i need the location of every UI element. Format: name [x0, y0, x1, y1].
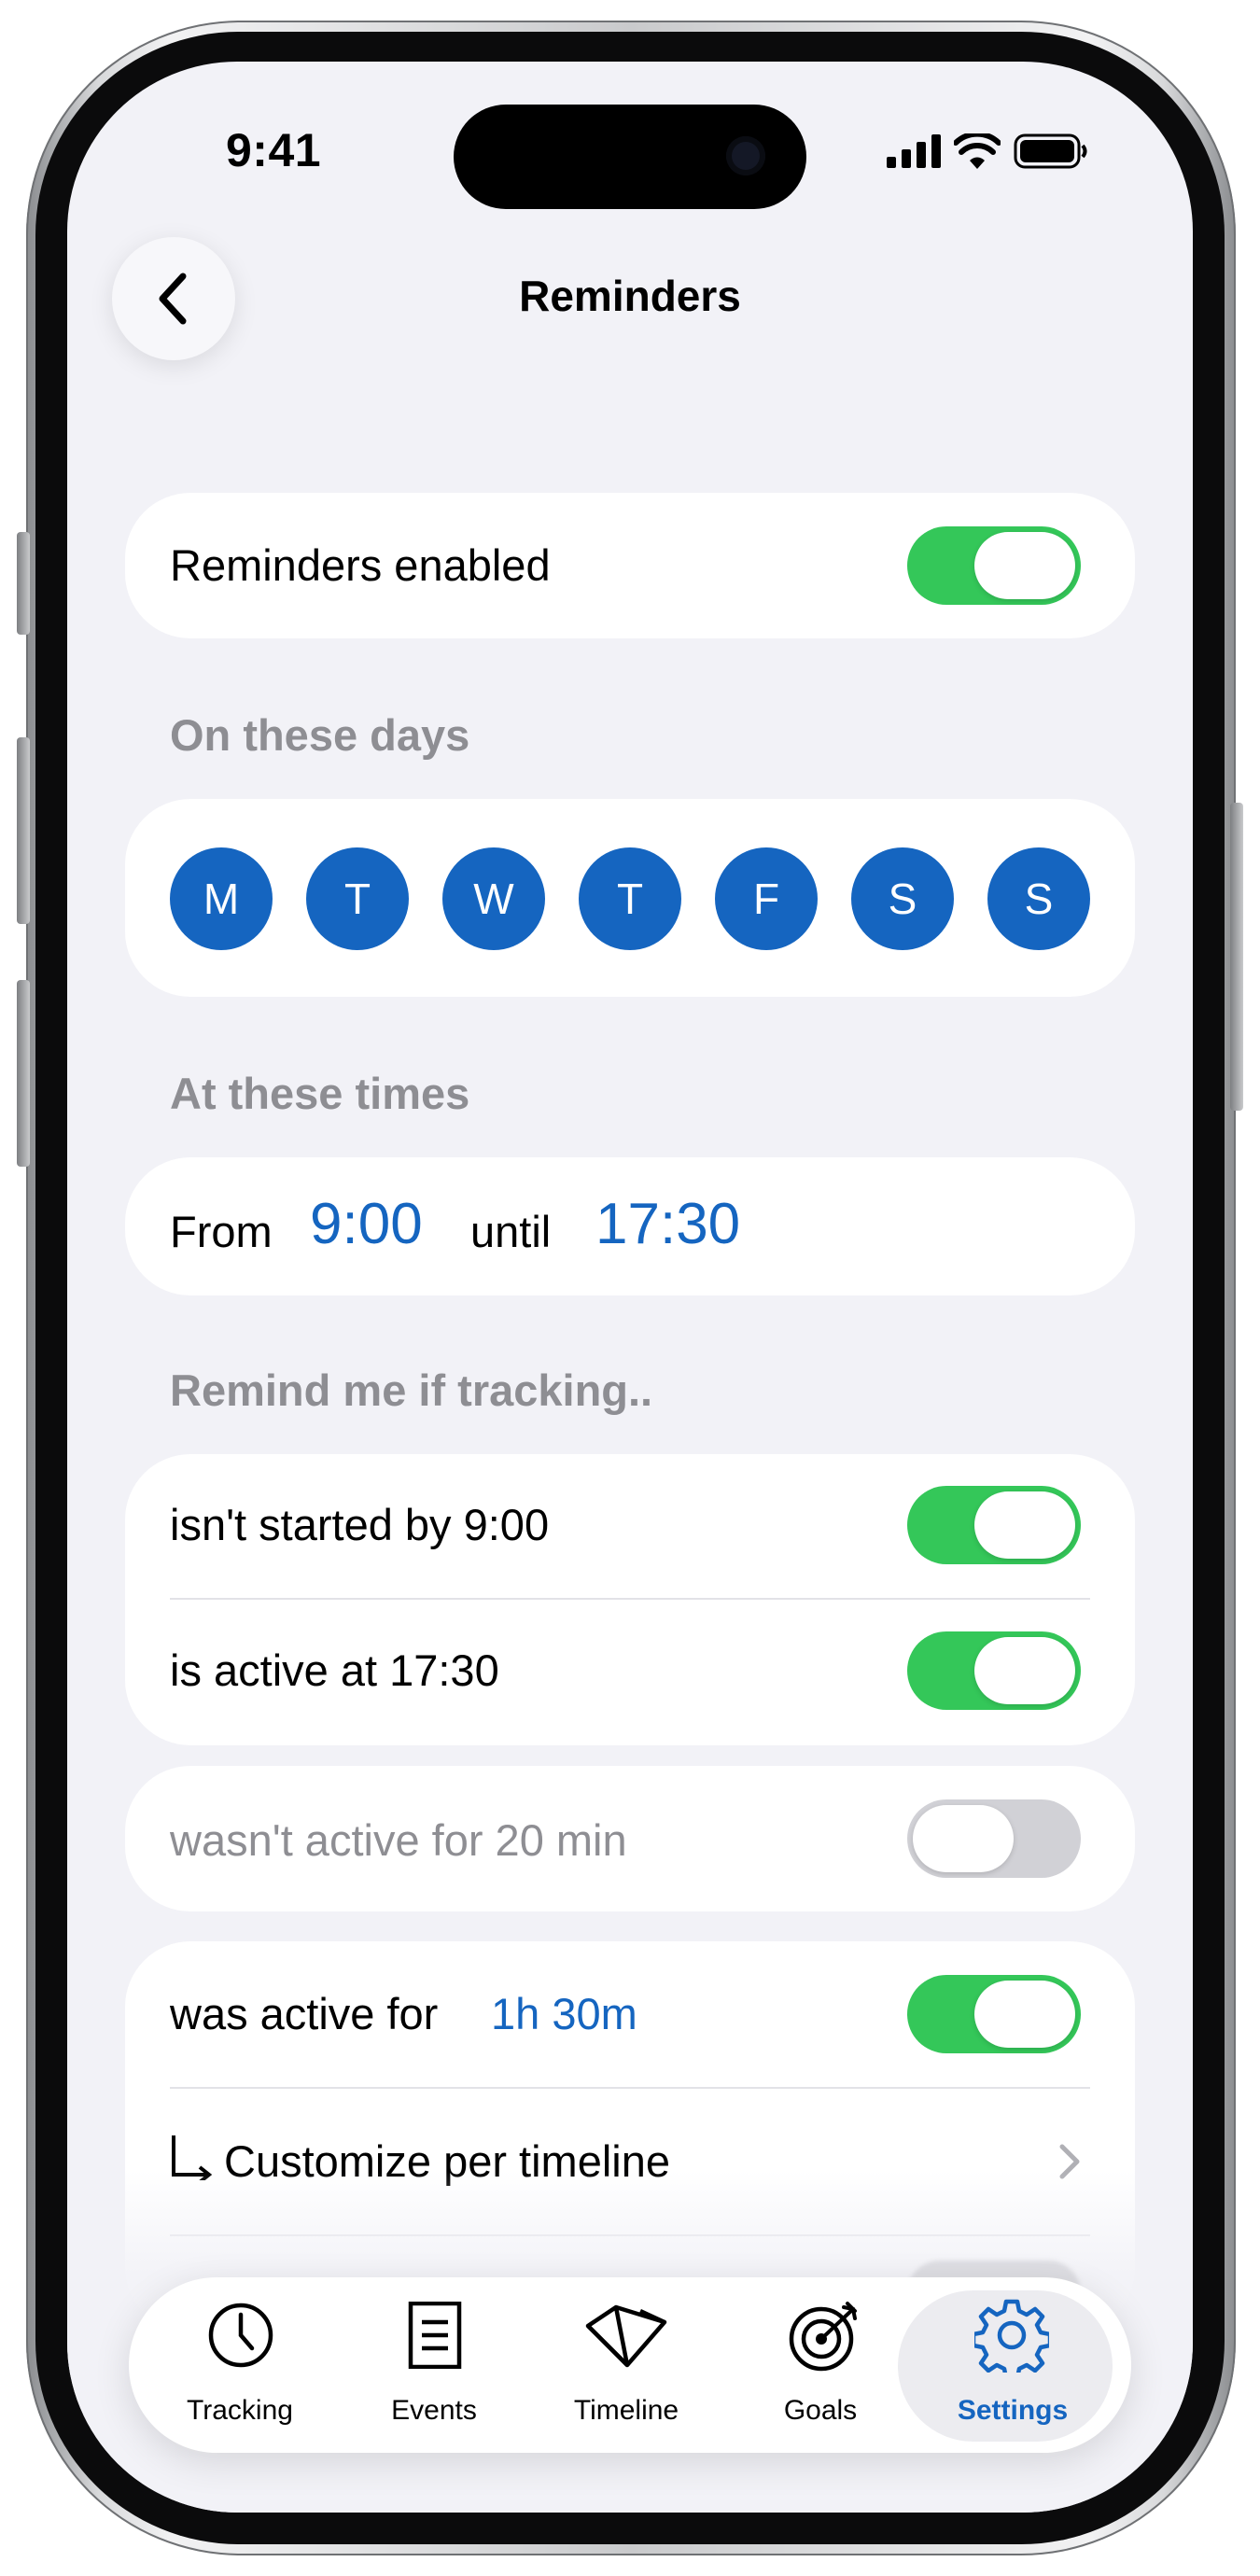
target-icon [789, 2302, 857, 2372]
status-time: 9:41 [226, 124, 322, 176]
times-card: From 9:00 until 17:30 [125, 1157, 1135, 1295]
tab-goals[interactable]: Goals [722, 2277, 918, 2453]
not-started-label: isn't started by 9:00 [170, 1500, 550, 1549]
tab-settings[interactable]: Settings [915, 2277, 1111, 2453]
volume-down-button [17, 980, 30, 1167]
remind-card: isn't started by 9:00 is active at 17:30 [125, 1454, 1135, 1745]
tab-events[interactable]: Events [336, 2277, 532, 2453]
day-thursday[interactable]: T [579, 847, 681, 950]
inactive-card: wasn't active for 20 min [125, 1766, 1135, 1911]
day-sunday[interactable]: S [987, 847, 1090, 950]
reminders-enabled-toggle[interactable] [907, 526, 1081, 605]
volume-up-button [17, 737, 30, 924]
page-title: Reminders [519, 272, 741, 320]
reminders-enabled-label: Reminders enabled [170, 540, 551, 590]
active-at-label: is active at 17:30 [170, 1645, 499, 1695]
active-for-value[interactable]: 1h 30m [491, 1988, 637, 2039]
until-time-value[interactable]: 17:30 [595, 1191, 740, 1257]
gear-icon [974, 2299, 1049, 2373]
tab-goals-label: Goals [783, 2395, 858, 2426]
until-label: until [470, 1207, 552, 1256]
action-button [17, 532, 30, 635]
tab-timeline[interactable]: Timeline [528, 2277, 724, 2453]
cellular-signal-icon [887, 134, 941, 168]
inactive-for-label: wasn't active for 20 min [170, 1815, 627, 1865]
tab-settings-label: Settings [957, 2395, 1069, 2426]
tab-bar: Tracking Events Timeline Goals Settings [129, 2277, 1131, 2453]
tab-tracking-label: Tracking [187, 2395, 293, 2426]
list-icon [408, 2302, 462, 2369]
front-camera [726, 136, 765, 175]
active-at-toggle[interactable] [907, 1631, 1081, 1710]
row-divider [170, 1598, 1090, 1600]
day-monday[interactable]: M [170, 847, 273, 950]
wifi-icon [954, 133, 1001, 169]
day-saturday[interactable]: S [851, 847, 954, 950]
day-tuesday[interactable]: T [306, 847, 409, 950]
dynamic-island [454, 105, 806, 209]
from-label: From [170, 1207, 273, 1256]
inactive-for-toggle[interactable] [907, 1799, 1081, 1878]
days-card: M T W T F S S [125, 799, 1135, 997]
power-button [1230, 803, 1243, 1111]
screen: 9:41 Reminders Reminders enabled On thes… [67, 62, 1193, 2513]
days-section-label: On these days [170, 710, 470, 760]
day-friday[interactable]: F [715, 847, 818, 950]
tab-events-label: Events [391, 2395, 477, 2426]
active-for-toggle[interactable] [907, 1975, 1081, 2053]
tab-tracking[interactable]: Tracking [142, 2277, 338, 2453]
status-icons [887, 133, 1088, 170]
tab-timeline-label: Timeline [573, 2395, 679, 2426]
timeline-icon [585, 2304, 667, 2368]
from-time-value[interactable]: 9:00 [310, 1191, 423, 1257]
clock-icon [208, 2303, 273, 2368]
battery-icon [1014, 133, 1087, 169]
not-started-toggle[interactable] [907, 1486, 1081, 1564]
times-section-label: At these times [170, 1069, 470, 1118]
master-toggle-card: Reminders enabled [125, 493, 1135, 638]
remind-section-label: Remind me if tracking.. [170, 1365, 653, 1415]
day-wednesday[interactable]: W [442, 847, 545, 950]
active-for-label: was active for [170, 1989, 439, 2038]
